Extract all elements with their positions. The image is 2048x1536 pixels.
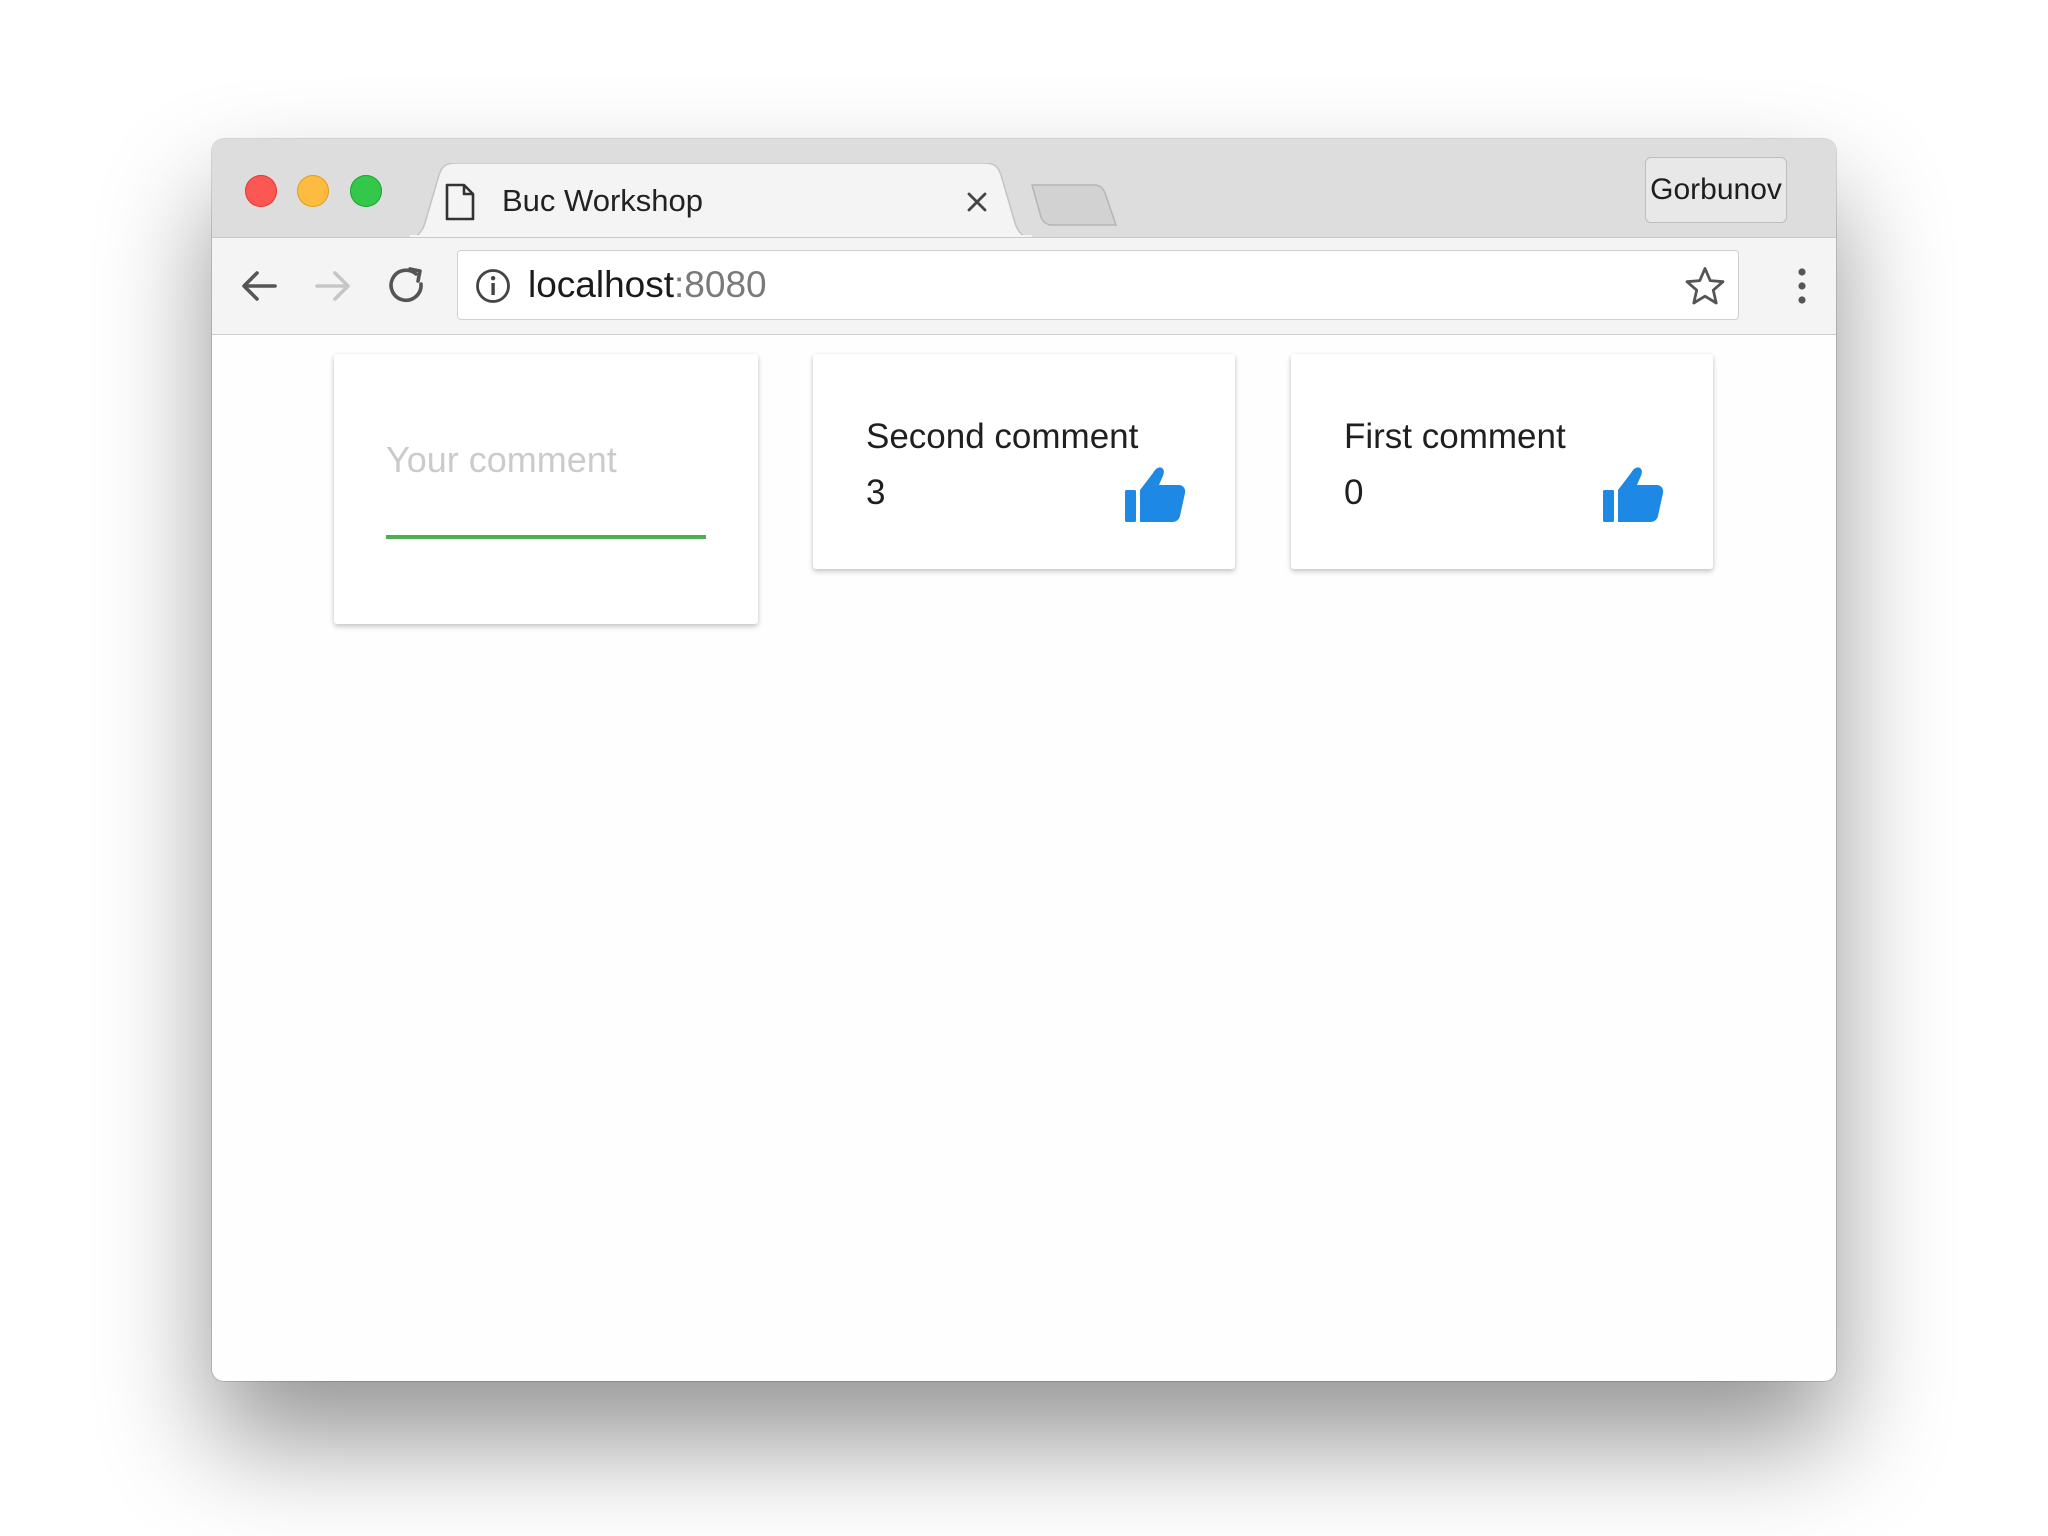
address-bar[interactable]: localhost:8080: [457, 250, 1739, 320]
maximize-window-button[interactable]: [350, 175, 382, 207]
comment-text: Second comment: [866, 417, 1139, 456]
forward-arrow-icon[interactable]: [309, 262, 357, 310]
star-icon[interactable]: [1684, 265, 1726, 307]
like-count: 3: [866, 473, 886, 512]
comment-input[interactable]: [386, 432, 706, 488]
tab-buc-workshop[interactable]: Buc Workshop: [404, 163, 1038, 239]
close-window-button[interactable]: [245, 175, 277, 207]
tab-shape: [404, 163, 1038, 239]
new-tab-button[interactable]: [1030, 183, 1120, 227]
minimize-window-button[interactable]: [297, 175, 329, 207]
new-comment-card: [334, 354, 758, 624]
tab-title: Buc Workshop: [502, 183, 704, 218]
info-icon[interactable]: [474, 267, 512, 305]
browser-window: Buc Workshop Gorbunov localhost:8080 You…: [212, 139, 1836, 1381]
toolbar: localhost:8080: [212, 237, 1836, 335]
thumbs-up-icon[interactable]: [1123, 464, 1187, 524]
comment-text: First comment: [1344, 417, 1566, 456]
url-host: localhost: [528, 264, 675, 305]
page-icon: [444, 183, 476, 221]
back-arrow-icon[interactable]: [235, 262, 283, 310]
comment-card: First comment 0: [1291, 354, 1713, 569]
kebab-menu-icon[interactable]: [1788, 262, 1816, 310]
reload-icon[interactable]: [383, 262, 431, 310]
url-port: :8080: [674, 264, 767, 305]
title-bar: Buc Workshop Gorbunov: [212, 139, 1836, 239]
url-text: localhost:8080: [528, 265, 767, 305]
profile-button[interactable]: Gorbunov: [1645, 157, 1787, 223]
page-content: Second comment 3 First comment 0: [212, 335, 1836, 1381]
thumbs-up-icon[interactable]: [1601, 464, 1665, 524]
close-icon[interactable]: [962, 187, 992, 217]
like-count: 0: [1344, 473, 1364, 512]
comment-card: Second comment 3: [813, 354, 1235, 569]
input-underline: [386, 535, 706, 539]
